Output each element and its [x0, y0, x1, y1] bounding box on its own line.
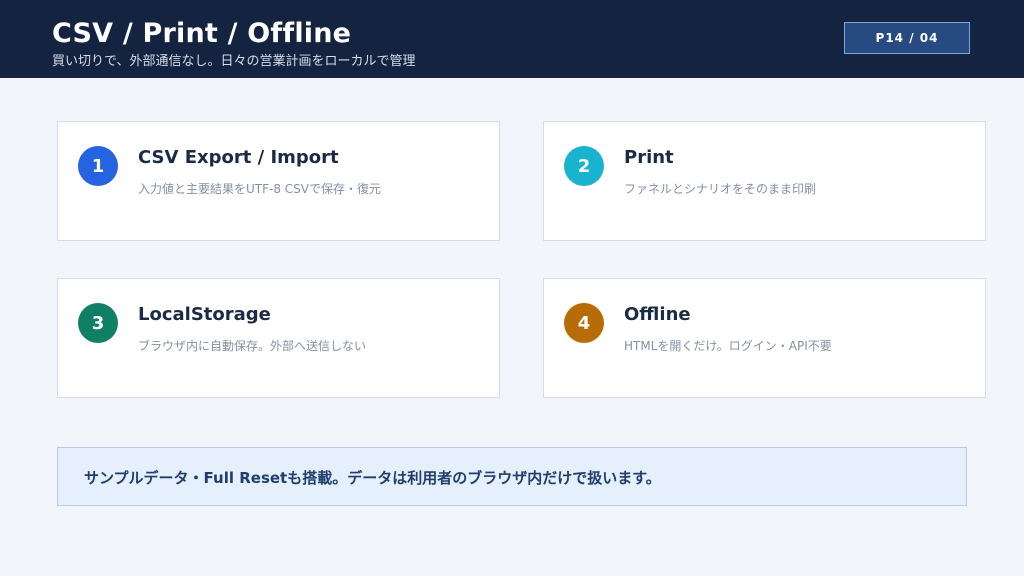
step-number-badge: 3 — [78, 303, 118, 343]
card-title: CSV Export / Import — [138, 147, 339, 168]
card-description: HTMLを開くだけ。ログイン・API不要 — [624, 339, 832, 353]
card-description: 入力値と主要結果をUTF-8 CSVで保存・復元 — [138, 182, 382, 196]
card-title: LocalStorage — [138, 304, 271, 325]
header-bar: CSV / Print / Offline 買い切りで、外部通信なし。日々の営業… — [0, 0, 1024, 78]
feature-card-offline: 4 Offline HTMLを開くだけ。ログイン・API不要 — [543, 278, 986, 398]
page-number-badge: P14 / 04 — [844, 22, 970, 54]
card-title: Print — [624, 147, 674, 168]
page-subtitle: 買い切りで、外部通信なし。日々の営業計画をローカルで管理 — [52, 54, 416, 69]
feature-card-csv: 1 CSV Export / Import 入力値と主要結果をUTF-8 CSV… — [57, 121, 500, 241]
card-description: ファネルとシナリオをそのまま印刷 — [624, 182, 817, 196]
feature-card-print: 2 Print ファネルとシナリオをそのまま印刷 — [543, 121, 986, 241]
feature-card-localstorage: 3 LocalStorage ブラウザ内に自動保存。外部へ送信しない — [57, 278, 500, 398]
step-number-badge: 4 — [564, 303, 604, 343]
card-title: Offline — [624, 304, 691, 325]
card-description: ブラウザ内に自動保存。外部へ送信しない — [138, 339, 367, 353]
info-note-text: サンプルデータ・Full Resetも搭載。データは利用者のブラウザ内だけで扱い… — [84, 469, 661, 487]
info-note-box: サンプルデータ・Full Resetも搭載。データは利用者のブラウザ内だけで扱い… — [57, 447, 967, 506]
step-number-badge: 1 — [78, 146, 118, 186]
step-number-badge: 2 — [564, 146, 604, 186]
page-title: CSV / Print / Offline — [52, 18, 352, 49]
